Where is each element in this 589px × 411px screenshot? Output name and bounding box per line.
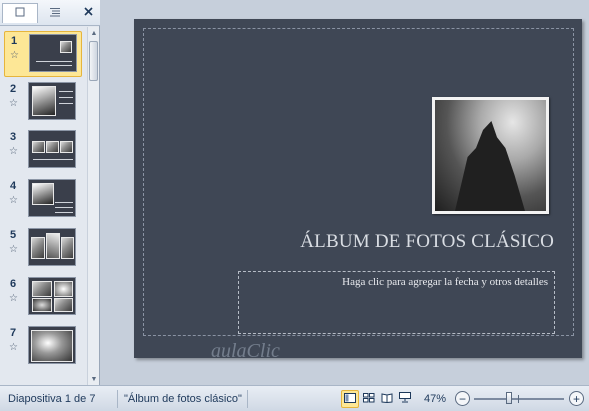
slide-photo[interactable] bbox=[432, 97, 549, 214]
slide-number: 6 bbox=[10, 278, 17, 290]
reading-view-button[interactable] bbox=[378, 390, 396, 408]
slide-title[interactable]: ÁLBUM DE FOTOS CLÁSICO bbox=[254, 231, 554, 253]
slide-sorter-icon bbox=[363, 392, 375, 406]
scroll-down-arrow-icon[interactable]: ▼ bbox=[88, 373, 100, 385]
slide-number: 1 bbox=[11, 35, 18, 47]
zoom-center-mark bbox=[518, 395, 519, 403]
slides-icon bbox=[15, 7, 25, 20]
normal-view-icon bbox=[344, 392, 356, 406]
slide-thumbnail-6[interactable]: 6 ☆ bbox=[4, 275, 82, 321]
scroll-up-arrow-icon[interactable]: ▲ bbox=[88, 27, 100, 39]
panel-tabs bbox=[0, 0, 100, 26]
slide-thumbnail-5[interactable]: 5 ☆ bbox=[4, 226, 82, 272]
close-icon bbox=[83, 7, 93, 19]
aulaclic-watermark: aulaClic bbox=[211, 340, 280, 362]
status-divider bbox=[247, 390, 248, 408]
slides-tab[interactable] bbox=[2, 3, 38, 23]
slide-number: 3 bbox=[10, 131, 17, 143]
thumbnail-image bbox=[29, 34, 77, 72]
zoom-in-button[interactable]: + bbox=[569, 391, 584, 406]
thumbnail-image bbox=[28, 130, 76, 168]
subtitle-text: Haga clic para agregar la fecha y otros … bbox=[342, 276, 548, 288]
slide-thumbnail-4[interactable]: 4 ☆ bbox=[4, 177, 82, 223]
slide-number: 4 bbox=[10, 180, 17, 192]
subtitle-placeholder[interactable]: Haga clic para agregar la fecha y otros … bbox=[238, 271, 555, 334]
thumbnail-image bbox=[28, 277, 76, 315]
slides-panel: 1 ☆ 2 ☆ 3 ☆ 4 ☆ 5 ☆ 6 ☆ 7 ☆ ▲ ▼ bbox=[0, 0, 100, 385]
scroll-thumb[interactable] bbox=[89, 41, 98, 81]
slide-thumbnail-2[interactable]: 2 ☆ bbox=[4, 80, 82, 126]
animation-star-icon: ☆ bbox=[9, 293, 18, 304]
thumbnail-image bbox=[28, 228, 76, 266]
slide-sorter-button[interactable] bbox=[360, 390, 378, 408]
zoom-slider-thumb[interactable] bbox=[506, 392, 512, 404]
animation-star-icon: ☆ bbox=[9, 146, 18, 157]
animation-star-icon: ☆ bbox=[9, 342, 18, 353]
outline-icon bbox=[49, 7, 61, 20]
animation-star-icon: ☆ bbox=[10, 50, 19, 61]
animation-star-icon: ☆ bbox=[9, 98, 18, 109]
animation-star-icon: ☆ bbox=[9, 195, 18, 206]
zoom-out-button[interactable]: − bbox=[455, 391, 470, 406]
slide-show-icon bbox=[399, 392, 411, 406]
thumbnail-scrollbar[interactable]: ▲ ▼ bbox=[87, 27, 99, 385]
normal-view-button[interactable] bbox=[341, 390, 359, 408]
outline-tab[interactable] bbox=[40, 3, 70, 23]
current-slide[interactable]: ÁLBUM DE FOTOS CLÁSICO Haga clic para ag… bbox=[134, 19, 582, 358]
slide-show-button[interactable] bbox=[396, 390, 414, 408]
status-bar: Diapositiva 1 de 7 "Álbum de fotos clási… bbox=[0, 385, 589, 411]
zoom-slider-track[interactable] bbox=[474, 398, 564, 400]
slide-thumbnail-3[interactable]: 3 ☆ bbox=[4, 128, 82, 174]
thumbnail-image bbox=[28, 326, 76, 364]
reading-view-icon bbox=[381, 392, 393, 406]
slide-thumbnail-7[interactable]: 7 ☆ bbox=[4, 324, 82, 370]
slide-number: 7 bbox=[10, 327, 17, 339]
slide-editor: ÁLBUM DE FOTOS CLÁSICO Haga clic para ag… bbox=[101, 0, 589, 385]
thumbnail-list: 1 ☆ 2 ☆ 3 ☆ 4 ☆ 5 ☆ 6 ☆ 7 ☆ bbox=[0, 27, 86, 385]
animation-star-icon: ☆ bbox=[9, 244, 18, 255]
slide-number: 5 bbox=[10, 229, 17, 241]
rock-photo-image bbox=[435, 100, 546, 211]
thumbnail-image bbox=[28, 82, 76, 120]
status-divider bbox=[117, 390, 118, 408]
slide-number: 2 bbox=[10, 83, 17, 95]
thumbnail-image bbox=[28, 179, 76, 217]
slide-thumbnail-1[interactable]: 1 ☆ bbox=[4, 31, 82, 77]
close-panel-button[interactable] bbox=[79, 4, 97, 22]
theme-name[interactable]: "Álbum de fotos clásico" bbox=[124, 393, 242, 405]
zoom-level[interactable]: 47% bbox=[424, 393, 446, 405]
slide-counter: Diapositiva 1 de 7 bbox=[8, 393, 96, 405]
